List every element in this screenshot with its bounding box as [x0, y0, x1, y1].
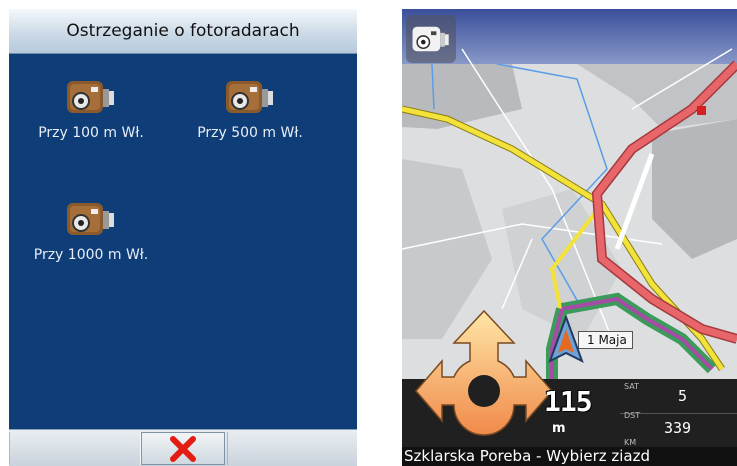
nav-arrow-icon: [548, 315, 584, 364]
speed-camera-icon: [226, 81, 273, 113]
speed-camera-icon: [412, 26, 449, 52]
option-1000m[interactable]: Przy 1000 m Wł.: [16, 199, 166, 263]
distance-to-turn: 115: [544, 385, 593, 418]
dst-value: 339: [664, 419, 692, 437]
speed-camera-icon: [67, 81, 114, 113]
option-100m[interactable]: Przy 100 m Wł.: [16, 77, 166, 141]
navigation-screen: 1 Maja 115 m SAT 5 DST 339 KM Szklarska …: [402, 9, 737, 466]
toolbar-slot-left: [9, 432, 141, 465]
sat-label: SAT: [624, 382, 639, 391]
dst-label: DST: [624, 411, 641, 420]
close-icon: [170, 435, 196, 462]
toolbar-slot-right: [227, 432, 357, 465]
street-label: 1 Maja: [578, 331, 633, 349]
speed-camera-icon: [67, 203, 114, 235]
cancel-button[interactable]: [141, 432, 225, 465]
camera-warning-badge[interactable]: [406, 15, 456, 63]
screen-title: Ostrzeganie o fotoradarach: [9, 9, 357, 54]
distance-unit: m: [552, 421, 566, 436]
km-label: KM: [624, 438, 637, 447]
option-500m[interactable]: Przy 500 m Wł.: [175, 77, 325, 141]
option-label: Przy 1000 m Wł.: [33, 247, 149, 263]
option-label: Przy 500 m Wł.: [197, 125, 303, 141]
roundabout-turn-icon: [415, 309, 553, 436]
status-bar: Szklarska Poreba - Wybierz ziazd: [402, 447, 737, 466]
sat-value: 5: [678, 387, 688, 405]
bottom-toolbar: [9, 429, 357, 466]
camera-warning-screen: Ostrzeganie o fotoradarach Przy 100 m Wł…: [9, 9, 357, 466]
option-label: Przy 100 m Wł.: [38, 125, 144, 141]
